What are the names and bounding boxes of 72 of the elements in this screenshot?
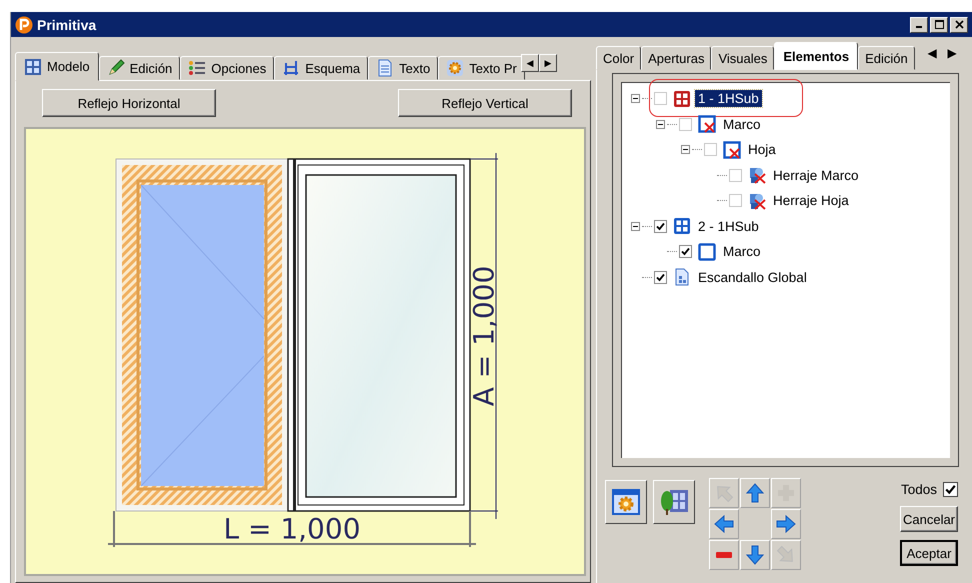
checkbox[interactable]: [654, 270, 667, 284]
tree-window-icon: [658, 487, 690, 517]
grid-icon: [673, 217, 691, 236]
schematic-icon: [282, 59, 300, 77]
tab[interactable]: Aperturas: [641, 46, 712, 70]
tree-window-button[interactable]: [653, 480, 695, 524]
tree-item[interactable]: Marco: [720, 243, 764, 260]
list-icon: [188, 59, 206, 77]
arrow-icon: [776, 514, 796, 534]
mirror-button[interactable]: Reflejo Vertical: [398, 89, 572, 117]
minimize-button[interactable]: [910, 16, 928, 32]
arrow-button[interactable]: [740, 478, 770, 508]
gear-icon: [446, 59, 464, 77]
dialog-button[interactable]: Cancelar: [900, 506, 958, 532]
arrow-button[interactable]: [709, 509, 739, 539]
tree-item[interactable]: Hoja: [745, 141, 779, 158]
tab[interactable]: Color: [596, 46, 642, 70]
hardware-cross-icon: [748, 192, 766, 210]
collapse-icon[interactable]: [681, 145, 690, 154]
tab[interactable]: Elementos: [774, 42, 858, 70]
checkbox-label: Todos: [900, 482, 937, 496]
app-logo-icon: [15, 16, 33, 34]
grid-icon: [673, 90, 691, 108]
tab[interactable]: Edición: [98, 56, 180, 80]
checkbox[interactable]: [943, 482, 958, 496]
tree-item[interactable]: Herraje Hoja: [770, 192, 852, 210]
arrow-icon: [714, 514, 734, 534]
collapse-icon[interactable]: [631, 94, 640, 104]
frame-icon: [698, 242, 716, 261]
tab-scroll-button[interactable]: ▶: [942, 44, 961, 62]
window-title: Primitiva: [37, 16, 96, 32]
close-icon: [954, 20, 964, 29]
settings-window-button[interactable]: [605, 480, 647, 524]
frame-cross-icon: [723, 140, 741, 159]
grid-icon: [24, 58, 42, 76]
tree-item[interactable]: 1 - 1HSub: [695, 90, 762, 108]
document-chart-icon: [673, 268, 691, 286]
arrow-icon: [745, 545, 765, 565]
tree-item[interactable]: Herraje Marco: [770, 166, 862, 184]
tree-item[interactable]: Marco: [720, 116, 764, 133]
tab[interactable]: Modelo: [15, 52, 99, 81]
height-label: A = 1,000: [468, 266, 501, 406]
width-label: L = 1,000: [223, 512, 361, 546]
mirror-button[interactable]: Reflejo Horizontal: [42, 89, 216, 117]
pencil-icon: [106, 59, 125, 77]
tab[interactable]: Texto: [368, 56, 438, 80]
frame-cross-icon: [698, 115, 716, 134]
tab-scroll-button[interactable]: ◀: [922, 44, 941, 62]
tab-scroll-button[interactable]: ◀: [520, 54, 539, 72]
hardware-cross-icon: [748, 166, 766, 184]
remove-button[interactable]: [709, 540, 739, 570]
tab[interactable]: Edición: [858, 46, 915, 70]
settings-icon: [611, 487, 641, 517]
tab[interactable]: Visuales: [711, 46, 774, 70]
arrow-icon: [745, 483, 765, 503]
tab-scroll-button[interactable]: ▶: [538, 54, 557, 72]
tab[interactable]: Esquema: [274, 56, 368, 80]
maximize-button[interactable]: [930, 16, 948, 32]
arrow-button[interactable]: [771, 509, 801, 539]
document-icon: [376, 59, 394, 77]
tree-item[interactable]: 2 - 1HSub: [695, 218, 762, 235]
collapse-icon[interactable]: [656, 120, 665, 129]
dialog-button[interactable]: Aceptar: [900, 540, 958, 566]
tab[interactable]: Texto Pr: [438, 56, 525, 80]
tree-item[interactable]: Escandallo Global: [695, 268, 810, 286]
collapse-icon[interactable]: [631, 222, 640, 231]
checkbox[interactable]: [654, 220, 667, 233]
maximize-icon: [934, 20, 944, 29]
arrow-button[interactable]: [740, 540, 770, 570]
close-button[interactable]: [950, 16, 968, 32]
tab[interactable]: Opciones: [180, 56, 274, 80]
checkbox[interactable]: [679, 245, 692, 258]
